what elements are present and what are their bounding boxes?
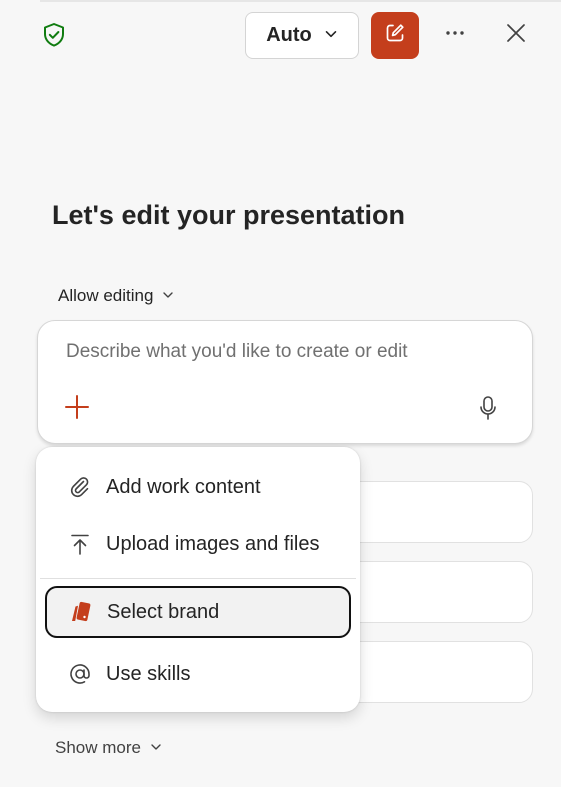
permission-dropdown[interactable]: Allow editing bbox=[58, 286, 174, 306]
add-attachment-button[interactable] bbox=[64, 394, 90, 420]
top-divider bbox=[40, 0, 561, 2]
prompt-composer bbox=[37, 320, 533, 444]
menu-item-add-work-content[interactable]: Add work content bbox=[46, 461, 350, 513]
close-icon bbox=[504, 21, 528, 50]
page-heading: Let's edit your presentation bbox=[52, 200, 405, 230]
plus-icon bbox=[64, 395, 90, 424]
chevron-down-icon bbox=[162, 286, 174, 306]
shield-check-icon bbox=[40, 21, 68, 49]
chevron-down-icon bbox=[324, 24, 338, 47]
microphone-button[interactable] bbox=[476, 394, 500, 422]
menu-item-use-skills[interactable]: Use skills bbox=[46, 648, 350, 700]
menu-item-select-brand[interactable]: Select brand bbox=[45, 586, 351, 638]
show-more-button[interactable]: Show more bbox=[55, 738, 162, 758]
menu-divider bbox=[40, 578, 356, 579]
permission-label: Allow editing bbox=[58, 286, 154, 305]
prompt-input[interactable] bbox=[66, 341, 506, 363]
copilot-pane: Auto Let's edit your presentation Allow … bbox=[0, 0, 561, 787]
new-chat-button[interactable] bbox=[371, 12, 419, 59]
show-more-label: Show more bbox=[55, 738, 141, 757]
compose-icon bbox=[383, 21, 407, 50]
menu-item-label: Add work content bbox=[106, 475, 261, 498]
menu-item-label: Upload images and files bbox=[106, 532, 320, 555]
upload-icon bbox=[68, 532, 92, 556]
at-sign-icon bbox=[68, 662, 92, 686]
menu-item-upload[interactable]: Upload images and files bbox=[46, 518, 350, 570]
chevron-down-icon bbox=[150, 738, 162, 758]
menu-item-label: Select brand bbox=[107, 600, 220, 623]
close-button[interactable] bbox=[498, 17, 534, 53]
more-options-button[interactable] bbox=[436, 17, 474, 53]
menu-item-label: Use skills bbox=[106, 662, 191, 685]
attach-menu: Add work content Upload images and files bbox=[36, 447, 360, 712]
paperclip-icon bbox=[68, 475, 92, 499]
mode-dropdown-button[interactable]: Auto bbox=[245, 12, 359, 59]
microphone-icon bbox=[476, 396, 500, 426]
brand-swatch-icon bbox=[69, 600, 93, 624]
more-horizontal-icon bbox=[443, 21, 467, 50]
mode-label: Auto bbox=[266, 24, 312, 46]
